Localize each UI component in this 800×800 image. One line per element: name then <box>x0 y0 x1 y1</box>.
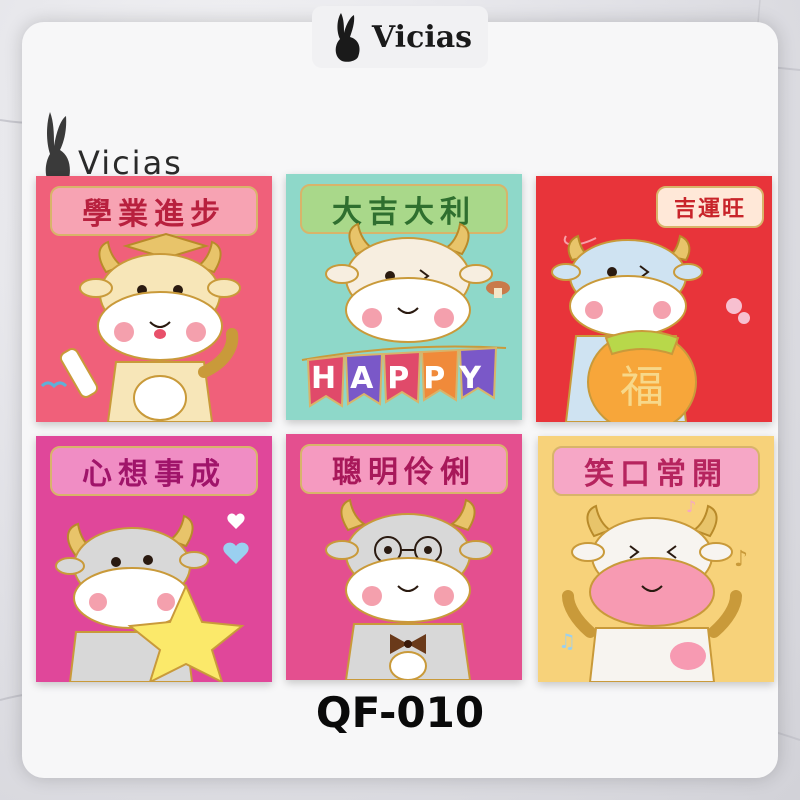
banner-text: HAPPY <box>311 361 495 396</box>
rabbit-icon <box>335 13 360 62</box>
ox-illustration <box>55 513 249 682</box>
svg-text:♫: ♫ <box>558 629 576 653</box>
envelope-5: 聰明伶俐 <box>286 434 522 680</box>
ox-illustration: ♪ ♫ ♪ <box>558 497 748 682</box>
svg-text:♪: ♪ <box>734 547 748 572</box>
ox-illustration: 福 <box>551 234 750 422</box>
envelope-3: 吉運旺 福 <box>536 176 772 422</box>
envelope-6: 笑口常開 ♪ ♫ ♪ <box>538 436 774 682</box>
product-code: QF-010 <box>315 688 485 737</box>
ox-illustration <box>325 498 493 680</box>
top-brand-logo: Vicias <box>312 6 488 68</box>
ox-illustration <box>40 232 241 422</box>
top-brand-text: Vicias <box>371 19 473 55</box>
belly-text: 福 <box>620 362 664 413</box>
envelope-1: 學業進步 <box>36 176 272 422</box>
svg-text:♪: ♪ <box>686 497 696 516</box>
happy-banner: HAPPY <box>306 346 498 408</box>
envelope-4: 心想事成 <box>36 436 272 682</box>
envelope-2: 大吉大利 HAPPY <box>286 174 522 420</box>
